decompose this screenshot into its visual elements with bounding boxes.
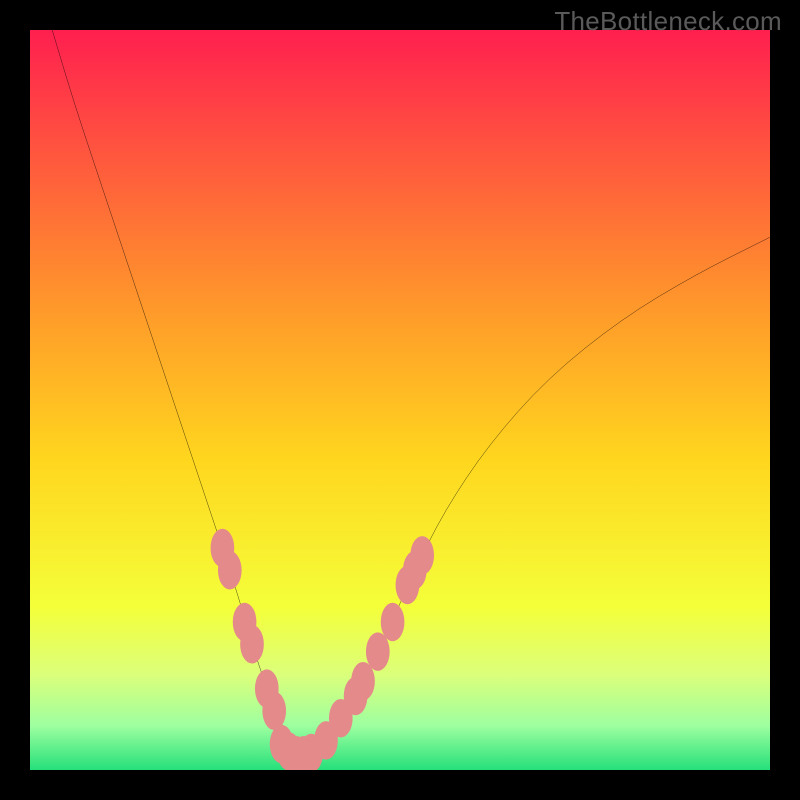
- plot-area: [30, 30, 770, 770]
- marker-point: [381, 603, 405, 641]
- marker-point: [218, 551, 242, 589]
- marker-point: [262, 692, 286, 730]
- marker-point: [366, 632, 390, 670]
- marker-point: [240, 625, 264, 663]
- marker-point: [351, 662, 375, 700]
- chart-frame: TheBottleneck.com: [0, 0, 800, 800]
- highlighted-points: [211, 529, 434, 770]
- watermark-text: TheBottleneck.com: [554, 6, 782, 37]
- chart-svg: [30, 30, 770, 770]
- marker-point: [410, 536, 434, 574]
- bottleneck-curve: [52, 30, 770, 753]
